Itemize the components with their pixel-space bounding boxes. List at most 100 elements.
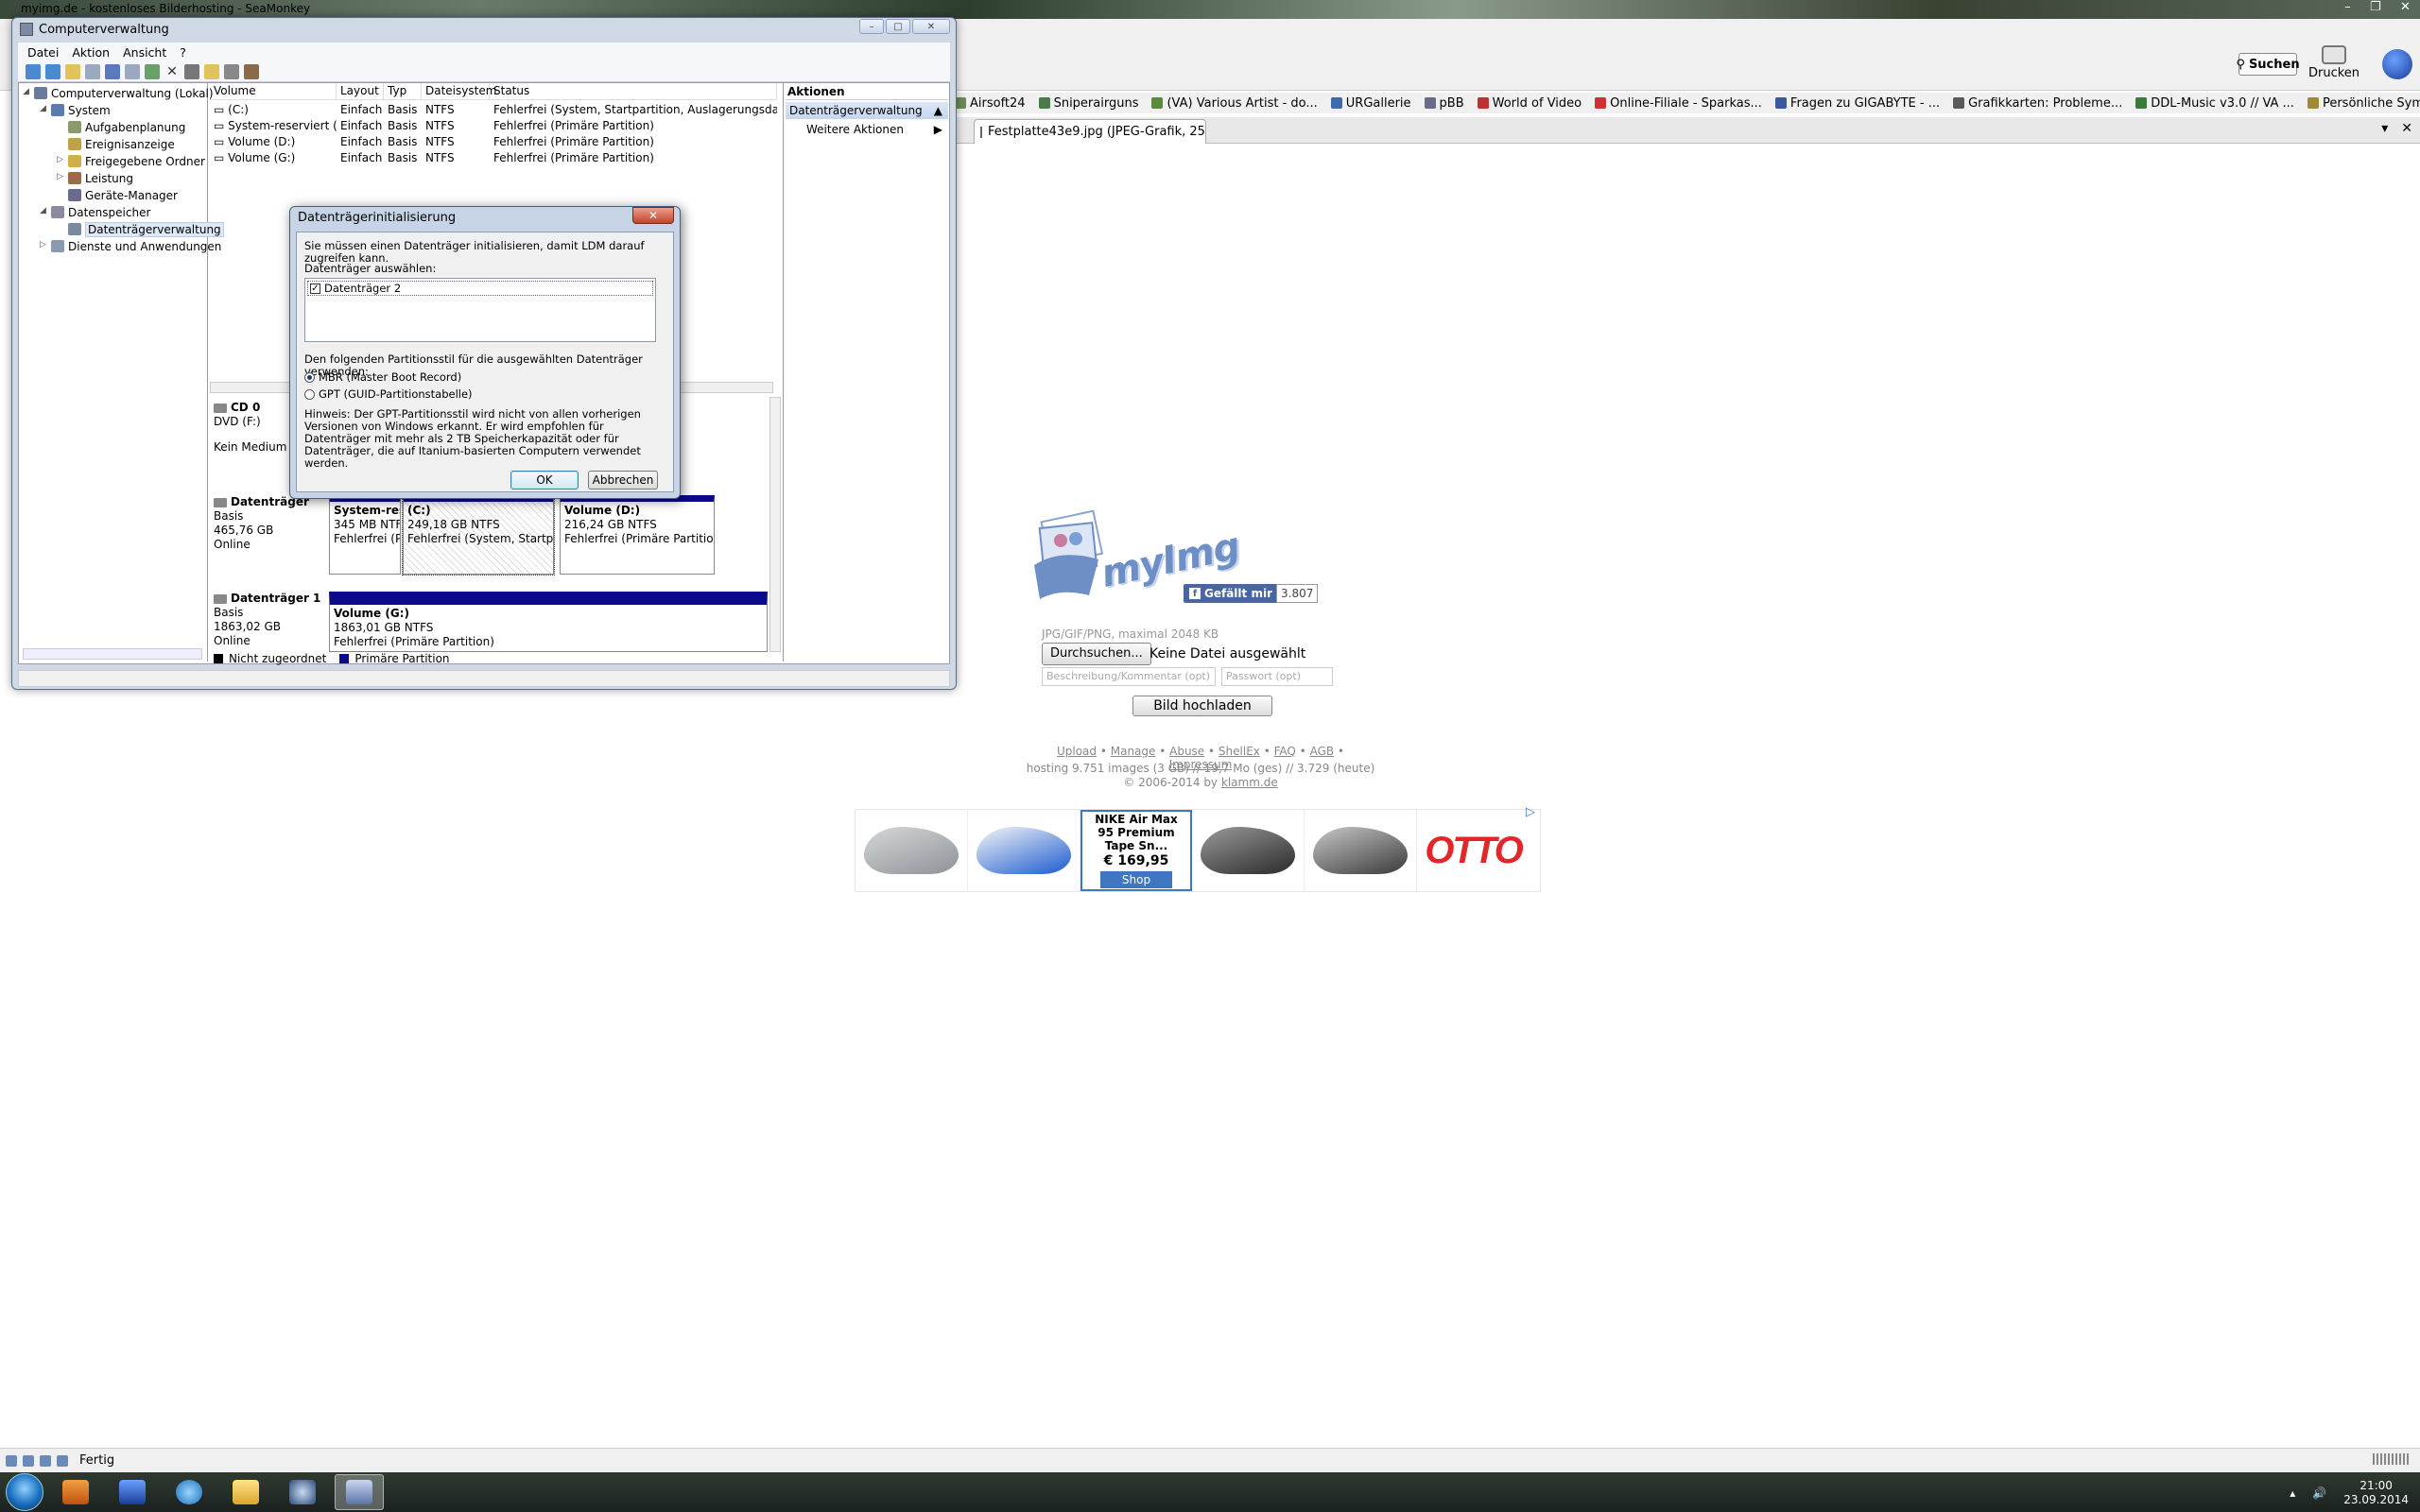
tree-item[interactable]: Datenträgerverwaltung bbox=[57, 221, 224, 237]
column-header[interactable]: Typ bbox=[384, 83, 422, 99]
properties-icon[interactable] bbox=[184, 63, 199, 79]
table-row[interactable]: ▭ (C:) Einfach Basis NTFS Fehlerfrei (System… bbox=[210, 102, 777, 118]
footer-link[interactable]: Manage bbox=[1111, 745, 1156, 758]
tree-scrollbar[interactable] bbox=[23, 648, 202, 660]
volume-icon[interactable]: 🔊 bbox=[2312, 1486, 2326, 1500]
ad-shoe-4[interactable] bbox=[1305, 810, 1417, 891]
search-icon[interactable] bbox=[224, 63, 239, 79]
footer-link[interactable]: ShellEx bbox=[1219, 745, 1260, 758]
menu-item[interactable]: Datei bbox=[27, 45, 59, 60]
expand-arrow-icon[interactable]: ◢ bbox=[23, 87, 30, 99]
search-button[interactable]: ⚲ Suchen bbox=[2236, 53, 2300, 76]
action-pane-icon[interactable] bbox=[125, 63, 140, 79]
mmc-titlebar[interactable]: Computerverwaltung bbox=[12, 18, 956, 41]
tab-image[interactable]: Festplatte43e9.jpg (JPEG-Grafik, 2560 × … bbox=[974, 119, 1206, 144]
collapse-icon[interactable]: ▲ bbox=[934, 102, 942, 119]
tree-item[interactable]: Aufgabenplanung bbox=[57, 119, 185, 135]
disk-tool-icon[interactable] bbox=[244, 63, 259, 79]
bookmark-item[interactable]: Online-Filiale - Sparkas... bbox=[1595, 96, 1762, 111]
navigator-icon[interactable] bbox=[6, 1454, 17, 1467]
taskbar-thunderbird[interactable] bbox=[278, 1474, 327, 1510]
bookmark-item[interactable]: Persönliche Symbolleiste bbox=[2307, 96, 2420, 111]
partition-g[interactable]: Volume (G:) 1863,01 GB NTFS Fehlerfrei (Pr… bbox=[329, 592, 768, 652]
upload-button[interactable]: Bild hochladen bbox=[1132, 696, 1272, 716]
tray-arrow-icon[interactable]: ▴ bbox=[2290, 1486, 2295, 1500]
ok-button[interactable]: OK bbox=[510, 471, 579, 490]
ad-brand[interactable]: OTTO bbox=[1417, 810, 1530, 891]
expand-arrow-icon[interactable]: ▷ bbox=[57, 172, 64, 184]
menu-item[interactable]: ? bbox=[180, 45, 186, 60]
up-folder-icon[interactable] bbox=[65, 63, 80, 79]
gpt-radio[interactable] bbox=[304, 388, 315, 400]
footer-link[interactable]: Abuse bbox=[1169, 745, 1204, 758]
description-input[interactable]: Beschreibung/Kommentar (opt) bbox=[1042, 667, 1216, 686]
menu-item[interactable]: Ansicht bbox=[123, 45, 166, 60]
ad-banner[interactable]: NIKE Air Max 95 Premium Tape Sn... € 169… bbox=[855, 809, 1541, 892]
ad-shoe-3[interactable] bbox=[1192, 810, 1305, 891]
cancel-button[interactable]: Abbrechen bbox=[588, 471, 658, 490]
mmc-minimize-icon[interactable]: – bbox=[859, 19, 884, 34]
print-button[interactable]: Drucken bbox=[2308, 45, 2360, 87]
more-actions[interactable]: Weitere Aktionen ▶ bbox=[806, 123, 948, 136]
tab-close-icon[interactable]: ✕ bbox=[2401, 121, 2412, 136]
open-icon[interactable] bbox=[204, 63, 219, 79]
help-icon[interactable] bbox=[105, 63, 120, 79]
taskbar-computer-management[interactable] bbox=[335, 1474, 384, 1510]
bookmark-item[interactable]: DDL-Music v3.0 // VA ... bbox=[2135, 96, 2294, 111]
expand-arrow-icon[interactable]: ◢ bbox=[40, 206, 47, 218]
taskbar-media-player[interactable] bbox=[51, 1474, 100, 1510]
expand-arrow-icon[interactable] bbox=[57, 189, 64, 201]
disk-1-label[interactable]: Datenträger 1 Basis 1863,02 GB Online bbox=[214, 592, 325, 648]
clock[interactable]: 21:00 23.09.2014 bbox=[2343, 1479, 2409, 1507]
mail-icon[interactable] bbox=[23, 1454, 34, 1467]
forward-icon[interactable] bbox=[45, 63, 60, 79]
bookmark-item[interactable]: pBB bbox=[1424, 96, 1464, 111]
footer-link[interactable]: AGB bbox=[1310, 745, 1335, 758]
delete-icon[interactable]: ✕ bbox=[164, 64, 180, 79]
expand-arrow-icon[interactable]: ▷ bbox=[40, 240, 47, 252]
disk-list-item[interactable]: ✓ Datenträger 2 bbox=[307, 281, 653, 296]
back-icon[interactable] bbox=[26, 63, 41, 79]
menu-item[interactable]: Aktion bbox=[72, 45, 110, 60]
column-header[interactable]: Status bbox=[490, 83, 777, 99]
footer-link[interactable]: FAQ bbox=[1274, 745, 1296, 758]
expand-arrow-icon[interactable] bbox=[57, 121, 64, 133]
composer-icon[interactable] bbox=[40, 1454, 51, 1467]
mmc-maximize-icon[interactable]: □ bbox=[886, 19, 910, 34]
expand-arrow-icon[interactable] bbox=[57, 138, 64, 150]
mmc-close-icon[interactable]: ✕ bbox=[912, 19, 950, 34]
dialog-close-icon[interactable]: ✕ bbox=[632, 207, 674, 224]
restore-icon[interactable]: ❐ bbox=[2370, 0, 2381, 17]
tree-item[interactable]: Ereignisanzeige bbox=[57, 136, 175, 152]
bookmark-item[interactable]: Fragen zu GIGABYTE - ... bbox=[1774, 96, 1940, 111]
bookmark-item[interactable]: Grafikkarten: Probleme... bbox=[1953, 96, 2122, 111]
expand-arrow-icon[interactable]: ▷ bbox=[57, 155, 64, 167]
tree-item[interactable]: ▷ Leistung bbox=[57, 170, 133, 186]
partition-d[interactable]: Volume (D:) 216,24 GB NTFS Fehlerfrei (Pri… bbox=[560, 495, 715, 575]
bookmark-item[interactable]: URGallerie bbox=[1330, 96, 1411, 111]
tree-item[interactable]: Geräte-Manager bbox=[57, 187, 178, 203]
ad-featured-product[interactable]: NIKE Air Max 95 Premium Tape Sn... € 169… bbox=[1080, 810, 1192, 891]
adchoices-icon[interactable]: ▷ bbox=[1526, 805, 1539, 819]
password-input[interactable]: Passwort (opt) bbox=[1221, 667, 1333, 686]
tree-item[interactable]: ▷ Dienste und Anwendungen bbox=[40, 238, 221, 254]
bookmark-item[interactable]: Airsoft24 bbox=[955, 96, 1026, 111]
disk-list[interactable]: ✓ Datenträger 2 bbox=[304, 278, 656, 342]
minimize-icon[interactable]: – bbox=[2344, 0, 2351, 17]
tab-list-icon[interactable]: ▾ bbox=[2381, 121, 2388, 136]
taskbar-explorer[interactable] bbox=[221, 1474, 270, 1510]
column-header[interactable]: Dateisystem bbox=[422, 83, 496, 99]
ad-shoe-1[interactable] bbox=[856, 810, 968, 891]
disk-view-scrollbar[interactable] bbox=[769, 397, 781, 652]
chat-icon[interactable] bbox=[57, 1454, 68, 1467]
partition-c[interactable]: (C:) 249,18 GB NTFS Fehlerfrei (System, St… bbox=[402, 494, 555, 576]
bookmark-item[interactable]: World of Video bbox=[1477, 96, 1582, 111]
refresh-icon[interactable] bbox=[145, 63, 160, 79]
copyright-link[interactable]: klamm.de bbox=[1221, 776, 1278, 789]
show-tree-icon[interactable] bbox=[85, 63, 100, 79]
browse-button[interactable]: Durchsuchen... bbox=[1042, 643, 1151, 665]
status-resize-grip-icon[interactable] bbox=[2373, 1453, 2411, 1465]
column-header[interactable]: Layout bbox=[337, 83, 384, 99]
expand-arrow-icon[interactable]: ◢ bbox=[40, 104, 47, 116]
taskbar-seamonkey[interactable] bbox=[108, 1474, 157, 1510]
